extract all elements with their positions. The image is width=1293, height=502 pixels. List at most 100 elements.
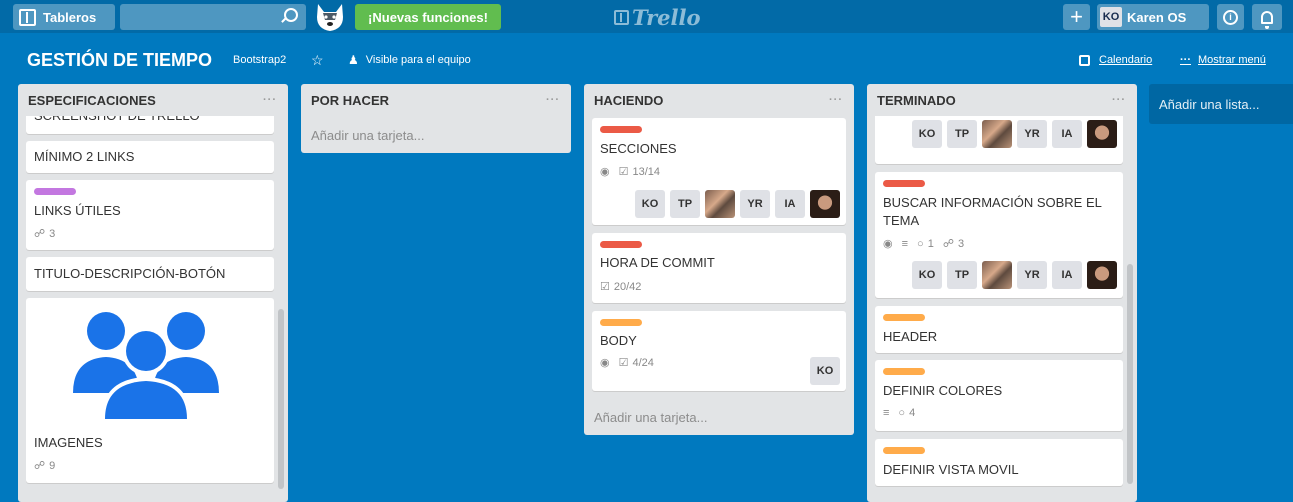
card-badges: ☍ 3: [34, 227, 64, 241]
more-icon: ···: [1180, 54, 1191, 66]
user-menu-button[interactable]: KO Karen OS: [1097, 4, 1209, 30]
notifications-button[interactable]: [1252, 4, 1282, 30]
comment-count: 4: [909, 407, 916, 419]
list-item[interactable]: LINKS ÚTILES ☍ 3: [26, 180, 274, 250]
husky-icon[interactable]: [312, 1, 348, 32]
show-menu-button[interactable]: ··· Mostrar menú: [1180, 44, 1266, 76]
board-team[interactable]: Bootstrap2: [233, 44, 286, 76]
search-icon[interactable]: [284, 8, 298, 22]
member-avatar[interactable]: YR: [740, 190, 770, 218]
card-label: [883, 368, 925, 375]
card-badges: ☍ 9: [34, 459, 64, 473]
eye-icon: ◉: [600, 357, 610, 369]
list-scrollbar[interactable]: [1127, 264, 1133, 484]
trello-logo[interactable]: Trello: [614, 4, 701, 30]
calendar-button[interactable]: Calendario: [1079, 44, 1152, 76]
star-icon[interactable]: ☆: [311, 44, 324, 76]
member-avatar[interactable]: KO: [635, 190, 665, 218]
list-menu-icon[interactable]: ···: [1112, 94, 1126, 106]
list-menu-icon[interactable]: ···: [829, 94, 843, 106]
card-label: [883, 314, 925, 321]
member-avatar[interactable]: IA: [1052, 261, 1082, 289]
list-header[interactable]: ESPECIFICACIONES ···: [18, 84, 288, 116]
board-title[interactable]: GESTIÓN DE TIEMPO: [27, 44, 212, 76]
card-badges: ≡ ○ 4: [883, 407, 924, 419]
eye-icon: ◉: [600, 166, 610, 178]
member-avatar[interactable]: YR: [1017, 261, 1047, 289]
member-avatar[interactable]: KO: [810, 357, 840, 385]
user-name: Karen OS: [1127, 9, 1187, 25]
list-item[interactable]: KO TP YR IA: [875, 116, 1123, 164]
card-members: KO TP YR IA: [907, 120, 1117, 148]
new-features-button[interactable]: ¡Nuevas funciones!: [355, 4, 501, 30]
checklist-icon: ☑: [618, 357, 629, 369]
list-title[interactable]: HACIENDO: [594, 93, 663, 108]
card-members: KO TP YR IA: [630, 190, 840, 218]
list-menu-icon[interactable]: ···: [263, 94, 277, 106]
attachment-count: 3: [957, 237, 965, 250]
list-item[interactable]: TITULO-DESCRIPCIÓN-BOTÓN: [26, 257, 274, 291]
list-header[interactable]: TERMINADO ···: [867, 84, 1137, 116]
member-photo[interactable]: [705, 190, 735, 218]
member-photo[interactable]: [982, 261, 1012, 289]
member-avatar[interactable]: KO: [912, 261, 942, 289]
member-avatar[interactable]: TP: [947, 261, 977, 289]
list-item[interactable]: DEFINIR COLORES ≡ ○ 4: [875, 360, 1123, 431]
list-header[interactable]: POR HACER ···: [301, 84, 571, 116]
info-button[interactable]: i: [1217, 4, 1244, 30]
card-label: [883, 447, 925, 454]
card-title: MÍNIMO 2 LINKS: [34, 149, 135, 164]
list-item[interactable]: DEFINIR VISTA MOVIL: [875, 439, 1123, 486]
comment-icon: ○: [917, 237, 924, 250]
list-title[interactable]: ESPECIFICACIONES: [28, 93, 156, 108]
member-avatar[interactable]: IA: [1052, 120, 1082, 148]
card-title: SECCIONES: [600, 141, 677, 156]
member-photo[interactable]: [982, 120, 1012, 148]
list-item[interactable]: IMAGENES ☍ 9: [26, 298, 274, 483]
search-input[interactable]: [120, 4, 306, 30]
member-avatar[interactable]: KO: [912, 120, 942, 148]
attachment-badge: ☍ 3: [943, 237, 965, 251]
checklist-badge: ☑ 4/24: [618, 356, 654, 370]
description-icon: ≡: [901, 237, 909, 250]
list-item[interactable]: BODY ◉ ☑ 4/24 KO: [592, 311, 846, 391]
comment-icon: ○: [898, 407, 906, 419]
member-photo[interactable]: [1087, 120, 1117, 148]
checklist-badge: ☑ 13/14: [619, 165, 660, 179]
add-card-button[interactable]: Añadir una tarjeta...: [594, 410, 707, 425]
boards-button[interactable]: Tableros: [13, 4, 115, 30]
list-item[interactable]: SCREENSHOT DE TRELLO: [26, 116, 274, 134]
member-avatar[interactable]: YR: [1017, 120, 1047, 148]
member-photo[interactable]: [810, 190, 840, 218]
add-button[interactable]: +: [1063, 4, 1090, 30]
list-scrollbar[interactable]: [278, 309, 284, 489]
list-header[interactable]: HACIENDO ···: [584, 84, 854, 116]
comment-badge: ○ 1: [917, 238, 934, 250]
description-icon: ≡: [883, 407, 890, 419]
attachment-icon: ☍: [34, 228, 46, 240]
list-title[interactable]: POR HACER: [311, 93, 389, 108]
card-label: [600, 319, 642, 326]
list-item[interactable]: SECCIONES ◉ ☑ 13/14 KO TP YR IA: [592, 118, 846, 225]
boards-label: Tableros: [43, 9, 97, 25]
member-avatar[interactable]: IA: [775, 190, 805, 218]
list-item[interactable]: HEADER: [875, 306, 1123, 353]
member-photo[interactable]: [1087, 261, 1117, 289]
trello-logo-icon: [614, 9, 629, 25]
card-title: DEFINIR COLORES: [883, 383, 1003, 398]
info-icon: i: [1223, 9, 1238, 25]
bell-icon: [1261, 10, 1273, 29]
list-item[interactable]: HORA DE COMMIT ☑ 20/42: [592, 233, 846, 303]
member-avatar[interactable]: TP: [947, 120, 977, 148]
card-title: BUSCAR INFORMACIÓN SOBRE EL TEMA: [883, 195, 1102, 228]
list-item[interactable]: MÍNIMO 2 LINKS: [26, 141, 274, 173]
add-list-button[interactable]: Añadir una lista...: [1149, 84, 1293, 124]
card-title: LINKS ÚTILES: [34, 203, 121, 218]
add-card-button[interactable]: Añadir una tarjeta...: [311, 128, 424, 143]
list-title[interactable]: TERMINADO: [877, 93, 956, 108]
list-menu-icon[interactable]: ···: [546, 94, 560, 106]
visibility-button[interactable]: ♟ Visible para el equipo: [348, 44, 471, 76]
boards-icon: [19, 8, 36, 26]
member-avatar[interactable]: TP: [670, 190, 700, 218]
list-item[interactable]: BUSCAR INFORMACIÓN SOBRE EL TEMA ◉ ≡ ○ 1 …: [875, 172, 1123, 298]
